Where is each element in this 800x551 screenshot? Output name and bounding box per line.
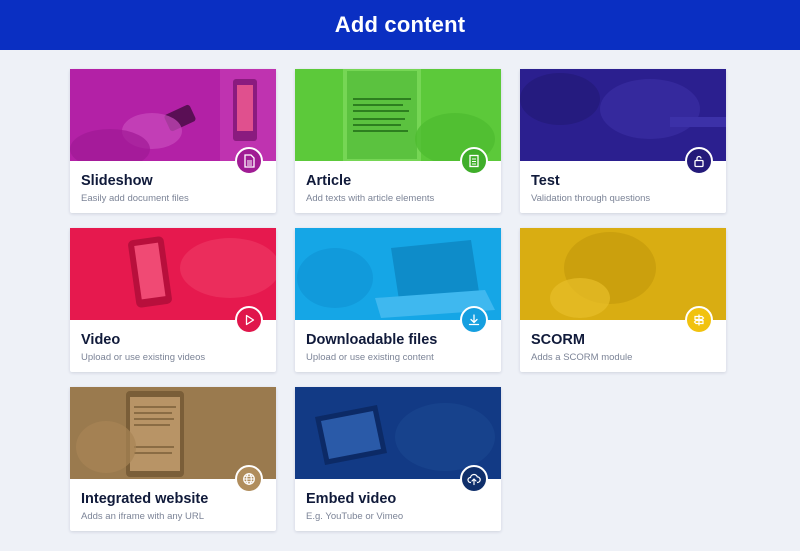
card-title: Integrated website: [81, 491, 209, 507]
card-subtitle: Validation through questions: [531, 193, 651, 204]
card-subtitle: Easily add document files: [81, 193, 189, 204]
card-subtitle: Upload or use existing content: [306, 352, 434, 363]
card-subtitle: Add texts with article elements: [306, 193, 435, 204]
card-badge: [235, 306, 263, 334]
signpost-icon: [693, 314, 705, 326]
card-title: Downloadable files: [306, 332, 438, 348]
unlock-icon: [694, 155, 704, 168]
cloud-upload-icon: [467, 473, 481, 486]
article-icon: [469, 154, 479, 168]
globe-icon: [243, 473, 255, 485]
card-badge: [460, 147, 488, 175]
card-title: Embed video: [306, 491, 397, 507]
download-icon: [468, 314, 480, 326]
card-subtitle: E.g. YouTube or Vimeo: [306, 511, 404, 522]
card-title: Article: [306, 173, 352, 189]
card-subtitle: Adds a SCORM module: [531, 352, 633, 363]
card-title: SCORM: [531, 332, 585, 348]
card-test[interactable]: Test Validation through questions: [520, 69, 726, 213]
document-icon: [244, 154, 255, 168]
card-badge: [235, 147, 263, 175]
card-integrated-website[interactable]: Integrated website Adds an iframe with a…: [70, 387, 276, 531]
card-scorm[interactable]: SCORM Adds a SCORM module: [520, 228, 726, 372]
card-downloadable-files[interactable]: Downloadable files Upload or use existin…: [295, 228, 501, 372]
card-badge: [685, 306, 713, 334]
play-icon: [245, 314, 255, 326]
card-badge: [685, 147, 713, 175]
card-video[interactable]: Video Upload or use existing videos: [70, 228, 276, 372]
card-article[interactable]: Article Add texts with article elements: [295, 69, 501, 213]
card-badge: [460, 306, 488, 334]
card-embed-video[interactable]: Embed video E.g. YouTube or Vimeo: [295, 387, 501, 531]
card-subtitle: Adds an iframe with any URL: [81, 511, 205, 522]
content-type-grid: Slideshow Easily add document files Arti…: [0, 0, 800, 551]
card-slideshow[interactable]: Slideshow Easily add document files: [70, 69, 276, 213]
card-title: Video: [81, 332, 121, 348]
card-title: Test: [531, 173, 560, 189]
card-badge: [460, 465, 488, 493]
card-title: Slideshow: [81, 173, 153, 189]
card-subtitle: Upload or use existing videos: [81, 352, 206, 363]
card-badge: [235, 465, 263, 493]
